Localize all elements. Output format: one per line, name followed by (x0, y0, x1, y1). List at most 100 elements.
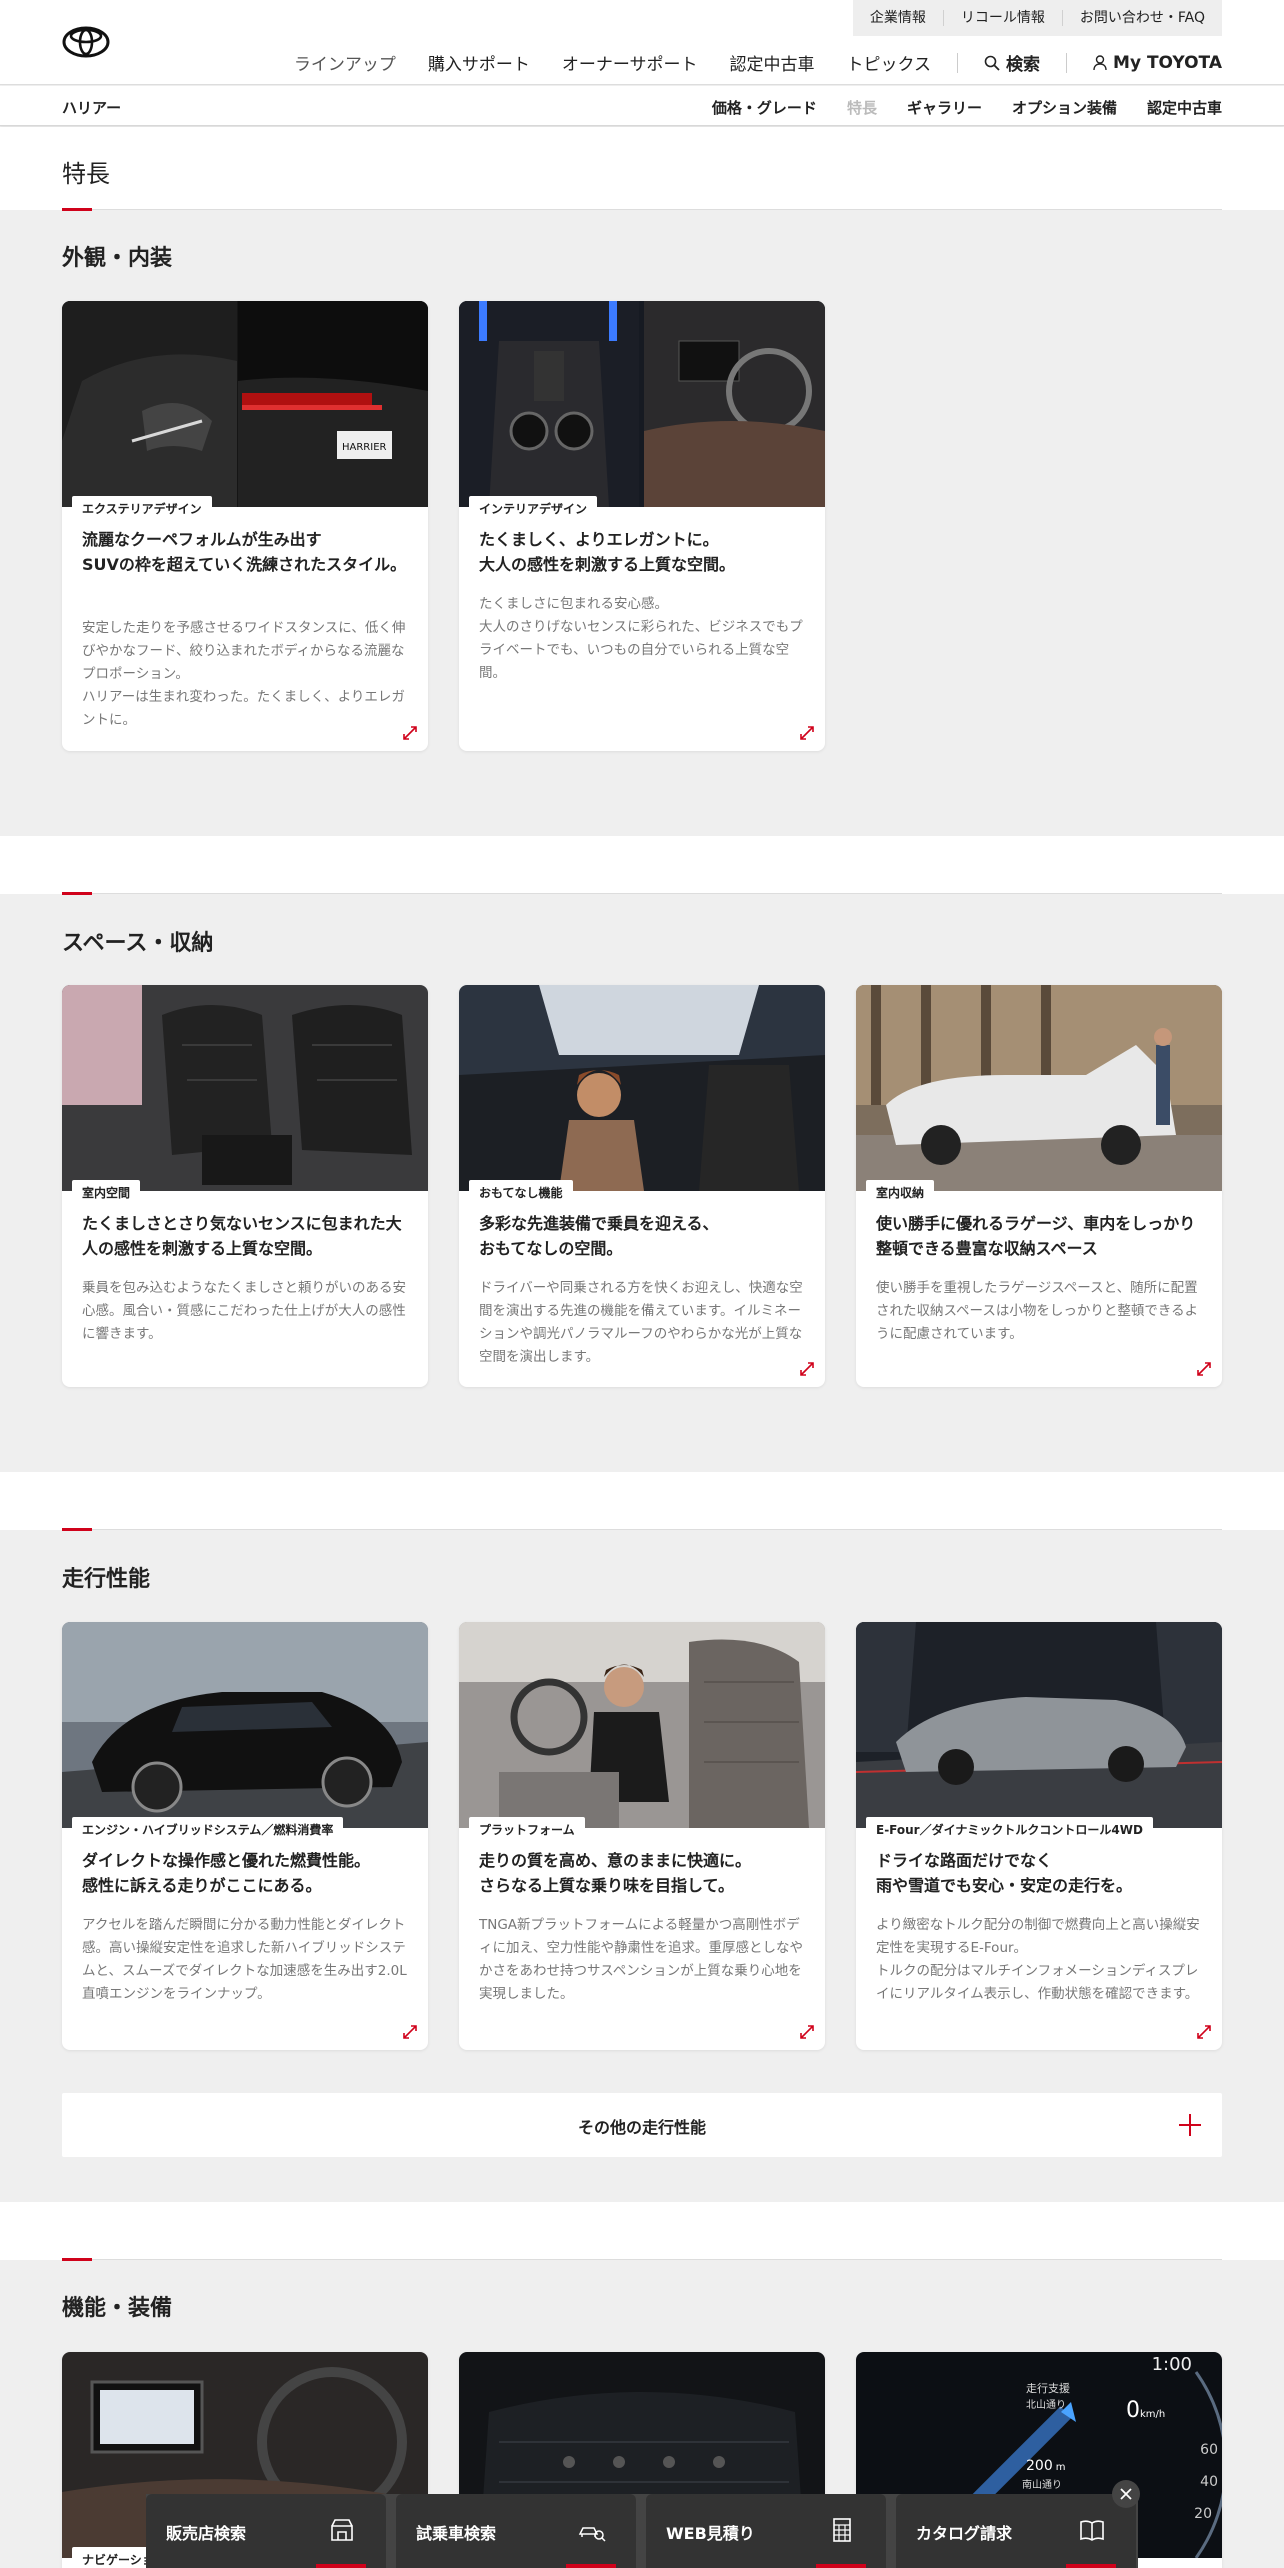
expand-icon[interactable] (799, 725, 815, 741)
meter-distance-unit: m (1055, 2462, 1066, 2473)
accent-bar (62, 208, 92, 211)
card-description: TNGA新プラットフォームによる軽量かつ高剛性ボディに加え、空力性能や静粛性を追… (479, 1917, 803, 2002)
util-link-company[interactable]: 企業情報 (853, 10, 943, 26)
card-image (856, 1622, 1222, 1828)
floating-action-bar: 販売店検索 試乗車検索 WEB見積り カタログ請求 (146, 2494, 1138, 2568)
search-label: 検索 (1006, 55, 1041, 75)
mytoyota-button[interactable]: My TOYOTA (1093, 53, 1222, 73)
util-link-faq[interactable]: お問い合わせ・FAQ (1061, 10, 1222, 26)
expand-icon[interactable] (402, 2024, 418, 2040)
web-estimate-button[interactable]: WEB見積り (646, 2494, 886, 2568)
search-button[interactable]: 検索 (984, 50, 1040, 75)
subnav-certified-used[interactable]: 認定中古車 (1147, 97, 1222, 118)
card-tag: インテリアデザイン (469, 496, 598, 519)
util-link-recall[interactable]: リコール情報 (942, 10, 1062, 26)
accent-bar (62, 2258, 92, 2261)
close-floating-bar-button[interactable] (1112, 2480, 1140, 2508)
feature-card[interactable]: インテリアデザイン たくましく、よりエレガントに。 大人の感性を刺激する上質な空間… (459, 301, 825, 751)
card-description: ドライバーや同乗される方を快くお迎えし、快適な空間を演出する先進の機能を備えてい… (479, 1280, 803, 1365)
card-description: 乗員を包み込むようなたくましさと頼りがいのある安心感。風合い・質感にこだわった仕… (82, 1280, 406, 1342)
accent-bar (62, 1528, 92, 1531)
section-title-exterior-interior: 外観・内装 (62, 246, 173, 271)
meter-tick-20: 20 (1194, 2506, 1212, 2522)
feature-card[interactable]: エンジン・ハイブリッドシステム／燃料消費率 ダイレクトな操作感と優れた燃費性能。… (62, 1622, 428, 2050)
section-spacer (0, 1472, 1284, 1530)
svg-text:HARRIER: HARRIER (342, 442, 387, 453)
card-tag: プラットフォーム (469, 1817, 585, 1840)
expand-icon[interactable] (1196, 1361, 1212, 1377)
section-title-space-storage: スペース・収納 (62, 931, 214, 956)
meter-street2: 南山通り (1022, 2480, 1062, 2491)
divider (92, 1529, 1222, 1530)
subnav-price-grade[interactable]: 価格・グレード (712, 97, 817, 118)
meter-speed: 0 km/h (1126, 2398, 1165, 2423)
button-underline (316, 2564, 366, 2568)
toyota-logo[interactable] (62, 26, 110, 58)
card-title: ダイレクトな操作感と優れた燃費性能。 感性に訴える走りがここにある。 (82, 1851, 371, 1895)
card-image (459, 301, 825, 507)
card-description: アクセルを踏んだ瞬間に分かる動力性能とダイレクト感。高い操縦安定性を追求した新ハ… (82, 1917, 407, 2002)
feature-card[interactable]: おもてなし機能 多彩な先進装備で乗員を迎える、 おもてなしの空間。 ドライバーや同… (459, 985, 825, 1387)
meter-tick-40: 40 (1200, 2474, 1218, 2490)
model-name[interactable]: ハリアー (62, 97, 121, 118)
divider (92, 209, 1222, 210)
button-underline (1066, 2564, 1116, 2568)
card-tag: エンジン・ハイブリッドシステム／燃料消費率 (72, 1817, 344, 1840)
feature-card[interactable]: 室内空間 たくましさとさり気ないセンスに包まれた大人の感性を刺激する上質な空間。… (62, 985, 428, 1387)
nav-topics[interactable]: トピックス (847, 50, 932, 75)
card-title: ドライな路面だけでなく 雨や雪道でも安心・安定の走行を。 (876, 1851, 1133, 1895)
card-image (459, 985, 825, 1191)
card-title: 使い勝手に優れるラゲージ、車内をしっかり整頓できる豊富な収納スペース (876, 1214, 1196, 1258)
card-description: 安定した走りを予感させるワイドスタンスに、低く伸びやかなフード、絞り込まれたボデ… (82, 620, 406, 728)
meter-distance-value: 200 (1026, 2458, 1053, 2474)
test-drive-search-button[interactable]: 試乗車検索 (396, 2494, 636, 2568)
feature-card[interactable]: E-Four／ダイナミックトルクコントロール4WD ドライな路面だけでなく 雨や雪… (856, 1622, 1222, 2050)
meter-drive-label: 走行支援 (1026, 2382, 1070, 2395)
card-description: たくましさに包まれる安心感。 大人のさりげないセンスに彩られた、ビジネスでもプライ… (479, 596, 803, 681)
section-spacer (0, 2202, 1284, 2260)
expand-icon[interactable] (799, 1361, 815, 1377)
search-icon (984, 55, 1000, 71)
section-title-driving: 走行性能 (62, 1567, 151, 1592)
nav-owner-support[interactable]: オーナーサポート (562, 50, 698, 75)
global-header: 企業情報 リコール情報 お問い合わせ・FAQ ラインアップ 購入サポート オーナ… (0, 0, 1284, 85)
catalog-request-button[interactable]: カタログ請求 (896, 2494, 1136, 2568)
store-icon (331, 2519, 353, 2541)
card-tag: 室内収納 (866, 1180, 935, 1203)
button-underline (816, 2564, 866, 2568)
nav-lineup[interactable]: ラインアップ (294, 50, 396, 75)
dealer-search-label: 販売店検索 (166, 2524, 247, 2543)
subnav-gallery[interactable]: ギャラリー (907, 97, 982, 118)
card-image (62, 1622, 428, 1828)
card-title: たくましく、よりエレガントに。 大人の感性を刺激する上質な空間。 (479, 530, 736, 574)
feature-card[interactable]: プラットフォーム 走りの質を高め、意のままに快適に。 さらなる上質な乗り味を目指し… (459, 1622, 825, 2050)
card-image (459, 1622, 825, 1828)
card-title: たくましさとさり気ないセンスに包まれた大人の感性を刺激する上質な空間。 (82, 1214, 402, 1258)
card-description: より緻密なトルク配分の制御で燃費向上と高い操縦安定性を実現するE-Four。 トル… (876, 1917, 1200, 2002)
card-image (62, 985, 428, 1191)
nav-purchase-support[interactable]: 購入サポート (428, 50, 530, 75)
nav-divider (957, 52, 959, 73)
subnav-options[interactable]: オプション装備 (1012, 97, 1117, 118)
meter-distance: 200 m (1026, 2458, 1065, 2474)
expand-icon[interactable] (1196, 2024, 1212, 2040)
dealer-search-button[interactable]: 販売店検索 (146, 2494, 386, 2568)
more-driving-label: その他の走行性能 (577, 2118, 706, 2137)
close-icon (1120, 2488, 1132, 2500)
feature-card[interactable]: HARRIER エクステリアデザイン 流麗なクーペフォルムが生み出す SUVの枠を… (62, 301, 428, 751)
user-icon (1093, 54, 1107, 70)
page-header: 特長 (0, 127, 1284, 210)
model-subnav-links: 価格・グレード 特長 ギャラリー オプション装備 認定中古車 (682, 97, 1222, 118)
feature-card[interactable]: 室内収納 使い勝手に優れるラゲージ、車内をしっかり整頓できる豊富な収納スペース … (856, 985, 1222, 1387)
card-title: 多彩な先進装備で乗員を迎える、 おもてなしの空間。 (479, 1214, 719, 1258)
section-spacer (0, 836, 1284, 894)
more-driving-button[interactable]: その他の走行性能 (62, 2093, 1222, 2157)
nav-certified-used[interactable]: 認定中古車 (730, 50, 815, 75)
global-nav: ラインアップ 購入サポート オーナーサポート 認定中古車 トピックス 検索 My… (262, 50, 1222, 75)
expand-icon[interactable] (799, 2024, 815, 2040)
card-tag: 室内空間 (72, 1180, 141, 1203)
expand-icon[interactable] (402, 725, 418, 741)
catalog-request-label: カタログ請求 (916, 2524, 1013, 2543)
meter-speed-value: 0 (1126, 2398, 1140, 2423)
subnav-features[interactable]: 特長 (847, 97, 877, 118)
